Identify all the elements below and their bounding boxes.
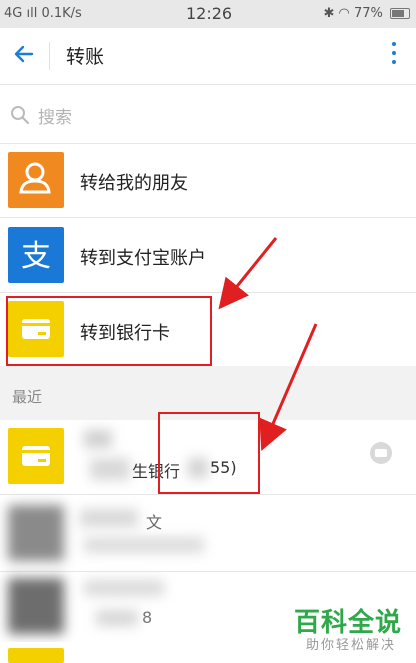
watermark-subtitle: 助你轻松解决: [305, 638, 396, 653]
arrow-icon: [218, 237, 278, 310]
arrow-icon: [259, 323, 318, 452]
annotation-arrows: [218, 237, 318, 452]
